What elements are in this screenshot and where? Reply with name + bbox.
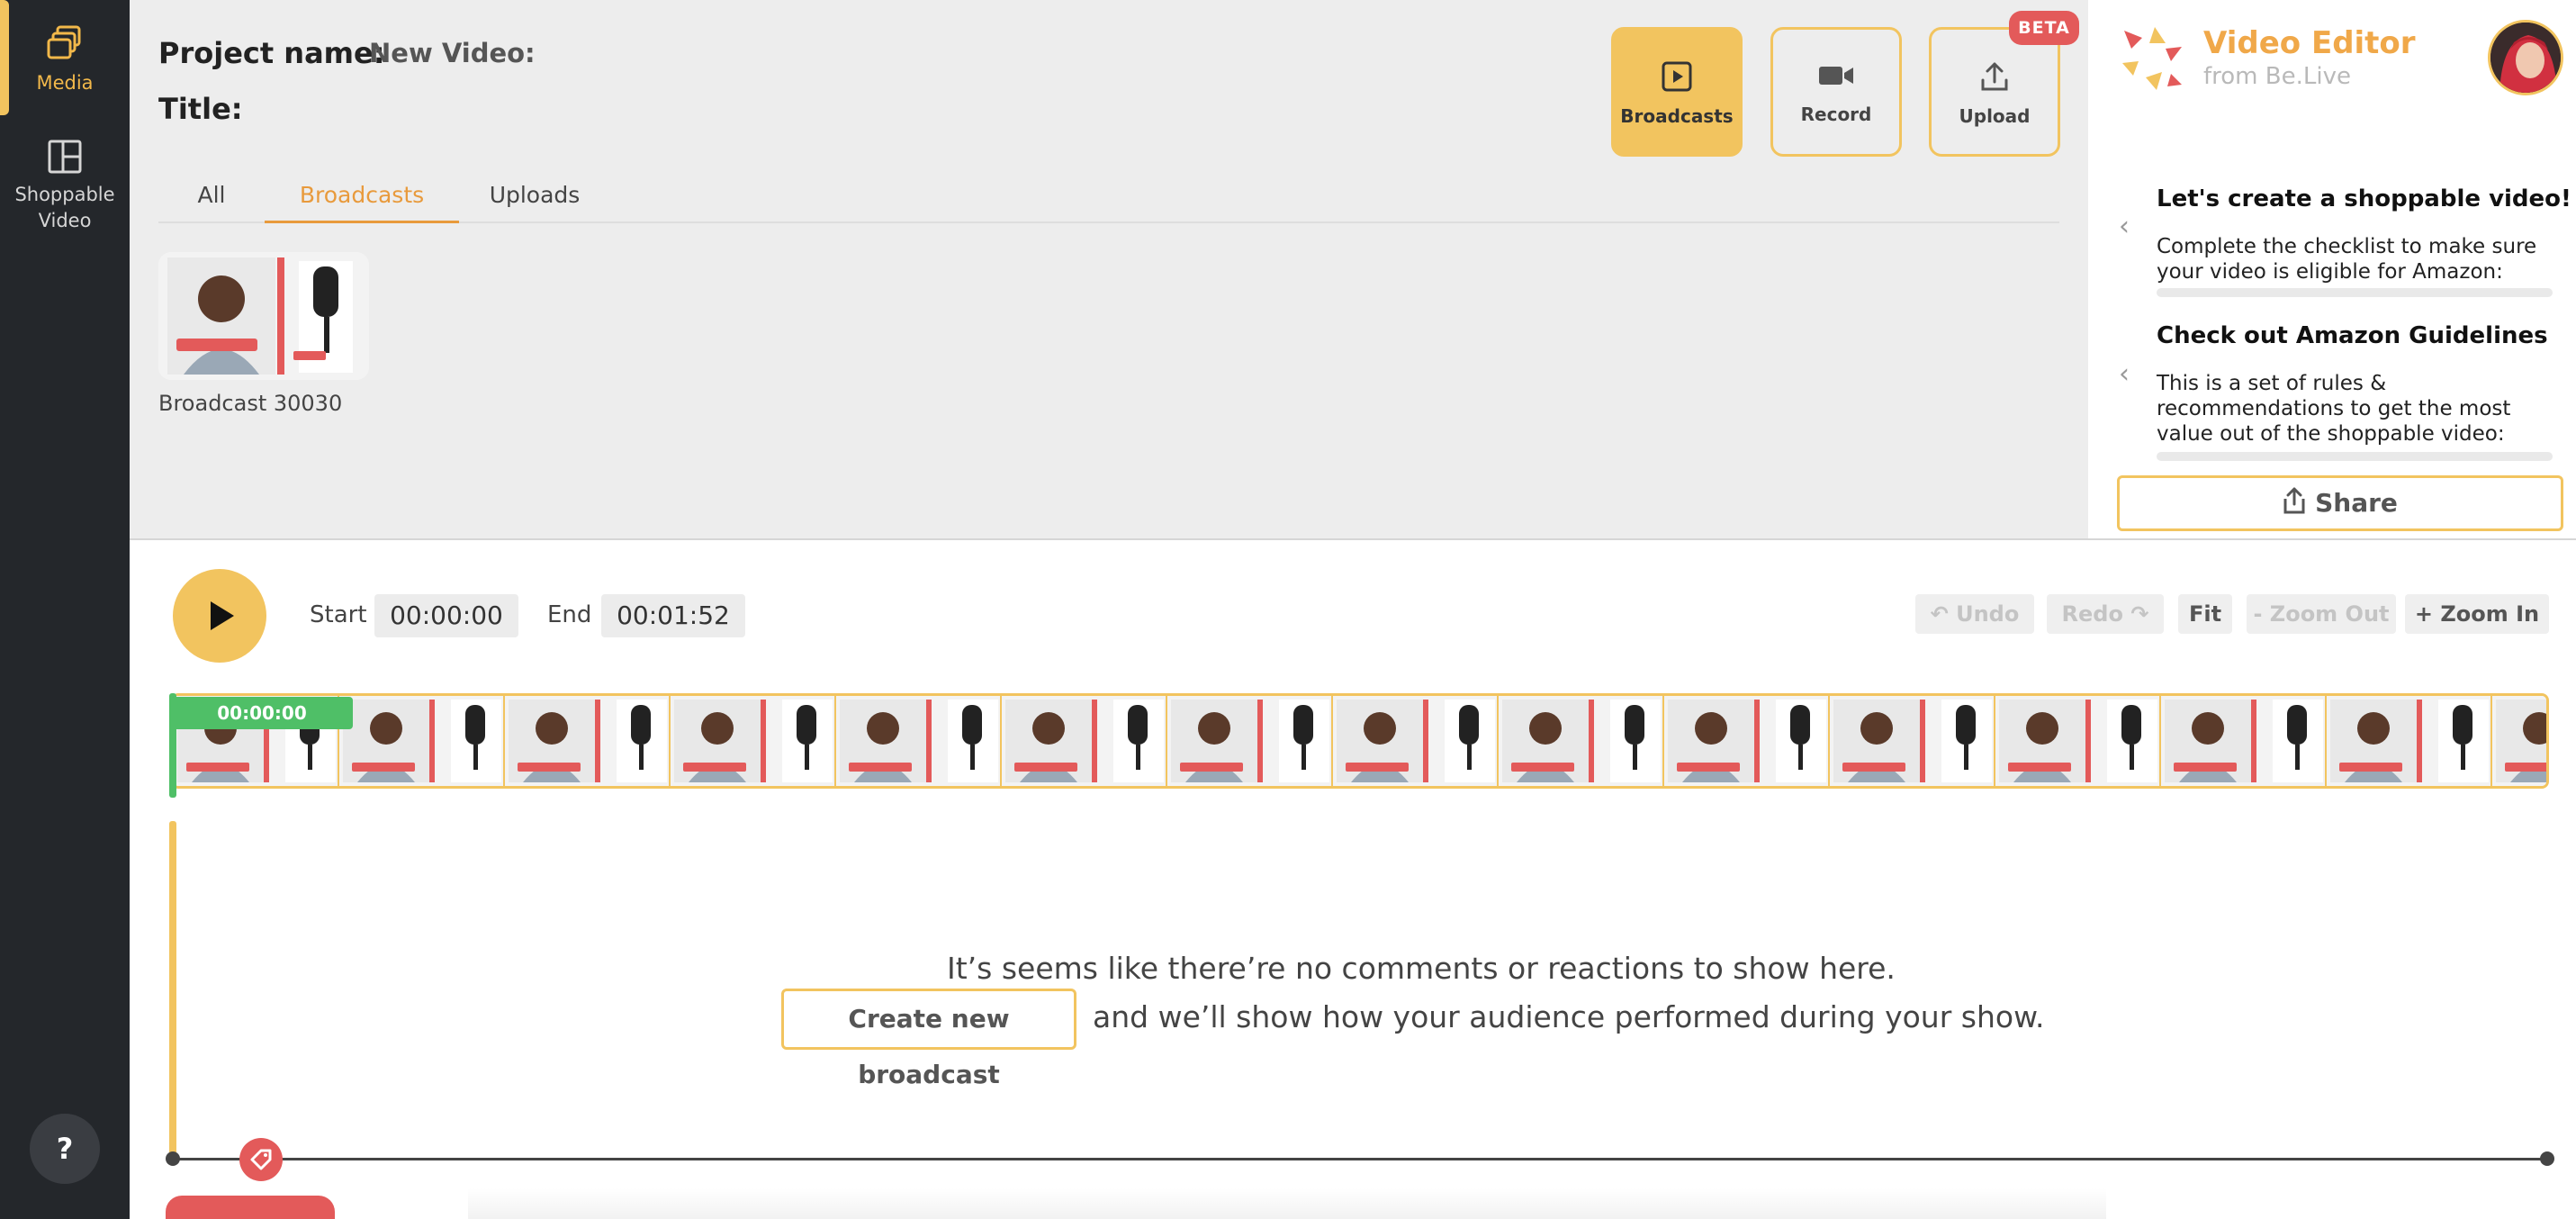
- broadcast-caption: Broadcast 30030: [158, 391, 343, 416]
- share-button[interactable]: Share: [2117, 475, 2563, 531]
- tab-all[interactable]: All: [158, 178, 265, 223]
- video-filmstrip[interactable]: [171, 693, 2549, 789]
- undo-label: Undo: [1956, 601, 2020, 627]
- product-tag-button[interactable]: [239, 1138, 283, 1181]
- filmstrip-frame: [1664, 696, 1830, 786]
- broadcasts-button-label: Broadcasts: [1620, 105, 1734, 127]
- filmstrip-frame: [1333, 696, 1499, 786]
- checklist-title: Let's create a shoppable video!: [2157, 185, 2571, 212]
- end-time-input[interactable]: 00:01:52: [601, 594, 745, 637]
- track-end-handle[interactable]: [2540, 1151, 2554, 1166]
- broadcasts-button[interactable]: Broadcasts: [1611, 27, 1743, 157]
- filmstrip-frame: [2161, 696, 2327, 786]
- redo-label: Redo: [2061, 601, 2123, 627]
- record-button[interactable]: Record: [1770, 27, 1902, 157]
- bottom-panel-edge: [468, 1188, 2106, 1219]
- upload-icon: [1981, 62, 2008, 91]
- media-panel: Project name: New Video: Title: All Broa…: [130, 0, 2088, 538]
- start-label: Start: [310, 601, 367, 628]
- tab-uploads[interactable]: Uploads: [459, 178, 610, 223]
- panel-divider: [130, 538, 2576, 540]
- checklist-body: Complete the checklist to make sure your…: [2157, 235, 2537, 284]
- add-product-tab[interactable]: [166, 1196, 335, 1219]
- filmstrip-frame: [1995, 696, 2161, 786]
- filmstrip-frame: [505, 696, 671, 786]
- fit-button[interactable]: Fit: [2178, 594, 2232, 634]
- media-tabs: All Broadcasts Uploads: [158, 178, 2059, 223]
- chevron-left-icon[interactable]: ‹: [2119, 358, 2130, 390]
- broadcast-thumbnail-image: [158, 252, 369, 380]
- zoom-in-button[interactable]: + Zoom In: [2405, 594, 2549, 634]
- filmstrip-frame: [339, 696, 505, 786]
- upload-button[interactable]: Upload: [1929, 27, 2060, 157]
- beta-badge: BETA: [2009, 11, 2079, 45]
- empty-state-hint: and we’ll show how your audience perform…: [1093, 999, 2045, 1034]
- create-broadcast-button[interactable]: Create new broadcast: [781, 989, 1076, 1089]
- undo-button[interactable]: ↶ Undo: [1915, 594, 2034, 634]
- share-icon: [2283, 487, 2305, 514]
- zoom-out-button[interactable]: - Zoom Out: [2247, 594, 2396, 634]
- broadcast-thumbnail[interactable]: [158, 252, 369, 380]
- end-label: End: [547, 601, 592, 628]
- title-label: Title:: [158, 92, 243, 126]
- undo-icon: ↶: [1930, 601, 1957, 627]
- assistant-panel: Video Editor from Be.Live ‹ Let's create…: [2088, 0, 2576, 538]
- be-live-logo-icon: [2122, 27, 2182, 90]
- filmstrip-frame: [1830, 696, 1995, 786]
- redo-icon: ↷: [2122, 601, 2149, 627]
- brand-title: Video Editor: [2203, 25, 2416, 61]
- upload-button-label: Upload: [1959, 105, 2031, 127]
- checklist-progress: [2157, 288, 2553, 297]
- project-name-label: Project name:: [158, 36, 385, 70]
- play-button[interactable]: [173, 569, 266, 663]
- media-stack-icon: [47, 25, 81, 59]
- filmstrip-frame: [1002, 696, 1167, 786]
- reactions-track[interactable]: [171, 1158, 2551, 1160]
- tag-icon: [250, 1149, 272, 1170]
- filmstrip-frame: [836, 696, 1002, 786]
- layout-icon: [48, 140, 82, 174]
- chevron-left-icon[interactable]: ‹: [2119, 211, 2130, 242]
- share-button-label: Share: [2315, 488, 2398, 518]
- guidelines-progress: [2157, 452, 2553, 461]
- play-icon: [211, 601, 234, 630]
- project-name-value[interactable]: New Video:: [369, 38, 536, 68]
- playhead-time: 00:00:00: [171, 697, 353, 729]
- guidelines-body: This is a set of rules & recommendations…: [2157, 372, 2511, 446]
- avatar-image: [2490, 23, 2561, 93]
- play-square-icon: [1662, 61, 1692, 92]
- filmstrip-frame: [671, 696, 836, 786]
- start-time-input[interactable]: 00:00:00: [374, 594, 518, 637]
- help-button[interactable]: ?: [30, 1114, 100, 1184]
- filmstrip-frame: [1167, 696, 1333, 786]
- sidebar-item-label: Shoppable Video: [14, 184, 115, 231]
- filmstrip-frame: [2492, 696, 2546, 786]
- sidebar-item-label: Media: [36, 72, 94, 94]
- guidelines-title: Check out Amazon Guidelines: [2157, 322, 2548, 349]
- tab-broadcasts[interactable]: Broadcasts: [265, 178, 459, 223]
- redo-button[interactable]: Redo ↷: [2047, 594, 2164, 634]
- filmstrip-frame: [2327, 696, 2492, 786]
- empty-state-message: It’s seems like there’re no comments or …: [947, 951, 1896, 986]
- sidebar-item-shoppable-video[interactable]: Shoppable Video: [0, 139, 130, 234]
- sidebar-item-media[interactable]: Media: [0, 23, 130, 96]
- video-camera-icon: [1819, 67, 1853, 85]
- brand-subtitle: from Be.Live: [2203, 63, 2351, 90]
- playhead-line: [169, 821, 176, 1161]
- avatar[interactable]: [2488, 20, 2563, 95]
- record-button-label: Record: [1800, 104, 1872, 125]
- left-sidebar: Media Shoppable Video ?: [0, 0, 130, 1219]
- filmstrip-frame: [1499, 696, 1664, 786]
- track-start-handle[interactable]: [166, 1151, 180, 1166]
